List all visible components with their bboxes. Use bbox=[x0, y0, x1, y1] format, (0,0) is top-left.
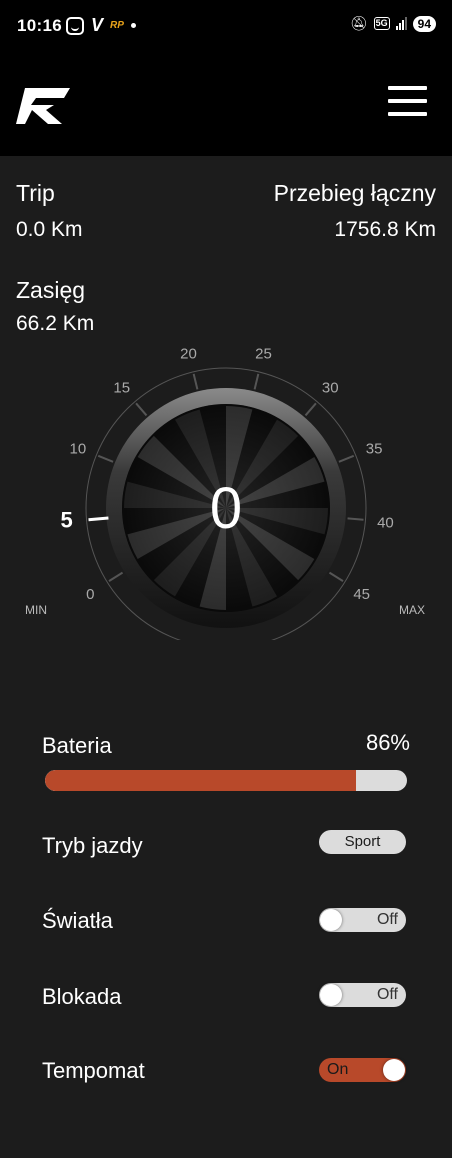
trip-value: 0.0 Km bbox=[16, 218, 83, 241]
riding-mode-selector[interactable]: Sport bbox=[319, 830, 406, 854]
cruise-control-toggle-knob bbox=[383, 1059, 405, 1081]
smiley-app-icon bbox=[66, 16, 84, 35]
total-distance-label: Przebieg łączny bbox=[273, 180, 436, 206]
lock-toggle-state: Off bbox=[376, 986, 398, 1003]
gauge-tick-label: 35 bbox=[366, 440, 383, 457]
gauge-tick bbox=[88, 516, 109, 522]
lights-toggle[interactable]: Off bbox=[319, 908, 406, 932]
battery-level-icon: 94 bbox=[412, 15, 436, 32]
gauge-tick-label: 40 bbox=[377, 515, 394, 532]
app-header bbox=[0, 52, 452, 156]
cruise-control-label: Tempomat bbox=[42, 1058, 145, 1083]
hamburger-menu-icon[interactable] bbox=[388, 84, 428, 118]
status-notification-icons: V RP bbox=[66, 15, 136, 36]
rp-app-icon: RP bbox=[110, 20, 124, 31]
gauge-tick-label: 45 bbox=[353, 586, 370, 603]
gauge-tick-label: 10 bbox=[70, 440, 87, 457]
cruise-control-toggle[interactable]: On bbox=[319, 1058, 406, 1082]
lights-toggle-knob bbox=[320, 909, 342, 931]
battery-label: Bateria bbox=[42, 733, 112, 758]
lock-label: Blokada bbox=[42, 984, 122, 1009]
battery-progress-bar bbox=[45, 770, 407, 791]
network-type-icon: 5G bbox=[373, 17, 390, 30]
gauge-tick-label: 0 bbox=[86, 586, 94, 603]
riding-mode-label: Tryb jazdy bbox=[42, 833, 143, 858]
signal-strength-icon bbox=[395, 17, 407, 30]
status-bar: 10:16 V RP 🔕︎ 5G 94 bbox=[0, 0, 452, 52]
status-time: 10:16 bbox=[17, 16, 62, 35]
speedometer-gauge: 0 5 10 15 20 25 30 35 40 45 0 MIN MAX bbox=[0, 300, 452, 640]
lights-label: Światła bbox=[42, 908, 113, 933]
gauge-max-label: MAX bbox=[399, 603, 425, 617]
more-notifications-dot-icon bbox=[130, 23, 136, 28]
cruise-control-toggle-state: On bbox=[327, 1061, 349, 1078]
trip-label: Trip bbox=[16, 180, 55, 206]
gauge-tick-label: 5 bbox=[60, 508, 72, 533]
mute-icon: 🔕︎ bbox=[349, 15, 368, 31]
status-system-icons: 🔕︎ 5G 94 bbox=[350, 15, 436, 32]
gauge-tick bbox=[347, 517, 364, 521]
gauge-min-label: MIN bbox=[25, 603, 47, 617]
speed-readout: 0 bbox=[210, 476, 242, 541]
lights-toggle-state: Off bbox=[376, 911, 398, 928]
gauge-tick-label: 20 bbox=[180, 345, 197, 362]
lock-toggle[interactable]: Off bbox=[319, 983, 406, 1007]
brand-logo bbox=[16, 88, 70, 124]
gauge-tick-label: 15 bbox=[113, 380, 130, 397]
carrier-v-icon: V bbox=[91, 15, 104, 35]
gauge-tick-label: 25 bbox=[255, 345, 272, 362]
battery-progress-fill bbox=[45, 770, 357, 791]
lock-toggle-knob bbox=[320, 984, 342, 1006]
battery-percent: 86% bbox=[365, 730, 410, 755]
total-distance-value: 1756.8 Km bbox=[334, 218, 436, 241]
gauge-tick-label: 30 bbox=[322, 380, 339, 397]
